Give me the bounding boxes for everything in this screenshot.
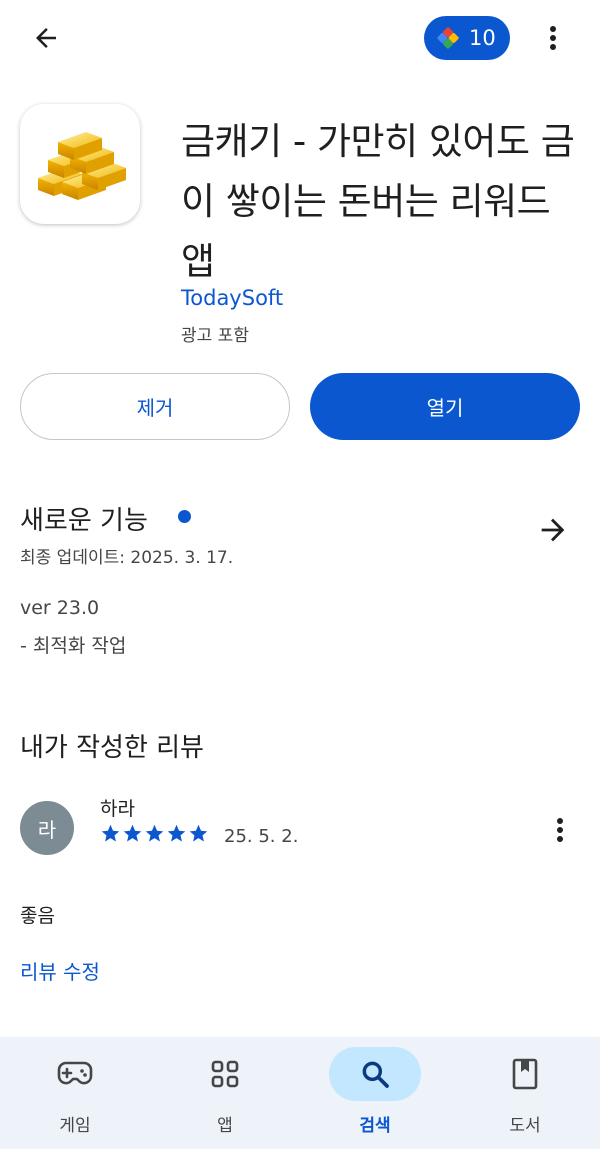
new-indicator-dot	[178, 510, 191, 523]
book-icon	[512, 1058, 538, 1090]
points-count: 10	[469, 26, 496, 50]
nav-label-search: 검색	[359, 1116, 391, 1136]
my-review-title: 내가 작성한 리뷰	[20, 733, 204, 763]
play-points-diamond-icon	[437, 27, 459, 49]
back-button[interactable]	[22, 16, 70, 60]
nav-icon-container	[329, 1047, 421, 1101]
search-icon	[362, 1061, 389, 1088]
more-options-button[interactable]	[535, 16, 571, 60]
nav-icon-container	[29, 1047, 121, 1101]
nav-label-books: 도서	[509, 1116, 541, 1136]
gold-bars-icon	[38, 132, 126, 200]
play-points-badge[interactable]: 10	[424, 16, 510, 60]
star-icon	[145, 824, 164, 842]
star-icon	[189, 824, 208, 842]
review-date: 25. 5. 2.	[224, 826, 299, 847]
bottom-navigation: 게임 앱 검색 도서	[0, 1037, 600, 1149]
apps-grid-icon	[211, 1060, 239, 1088]
release-notes: - 최적화 작업	[20, 635, 127, 657]
nav-item-books[interactable]: 도서	[450, 1037, 600, 1149]
open-button-label: 열기	[426, 396, 464, 420]
uninstall-button[interactable]: 제거	[20, 373, 290, 440]
last-updated-label: 최종 업데이트: 2025. 3. 17.	[20, 548, 234, 568]
star-rating	[100, 823, 209, 847]
arrow-back-icon	[36, 28, 56, 48]
version-text: ver 23.0	[20, 597, 100, 619]
developer-link[interactable]: TodaySoft	[181, 286, 283, 310]
avatar-letter: 라	[37, 817, 57, 842]
whats-new-section[interactable]: 새로운 기능 최종 업데이트: 2025. 3. 17.	[0, 495, 600, 575]
open-button[interactable]: 열기	[310, 373, 580, 440]
star-icon	[123, 824, 142, 842]
review-more-button[interactable]	[546, 812, 574, 848]
star-icon	[101, 824, 120, 842]
app-icon	[20, 104, 140, 224]
reviewer-name: 하라	[100, 798, 135, 820]
nav-item-games[interactable]: 게임	[0, 1037, 150, 1149]
star-icon	[167, 824, 186, 842]
review-text: 좋음	[20, 905, 55, 927]
nav-item-apps[interactable]: 앱	[150, 1037, 300, 1149]
nav-label-apps: 앱	[217, 1116, 233, 1136]
more-vert-icon	[557, 818, 563, 842]
more-vert-icon	[550, 26, 556, 50]
app-title: 금캐기 - 가만히 있어도 금이 쌓이는 돈버는 리워드 앱	[181, 120, 575, 283]
arrow-forward-icon[interactable]	[536, 513, 570, 547]
uninstall-button-label: 제거	[136, 396, 174, 420]
top-app-bar: 10	[0, 0, 600, 78]
edit-review-link[interactable]: 리뷰 수정	[20, 956, 100, 985]
avatar: 라	[20, 801, 74, 855]
nav-icon-container	[479, 1047, 571, 1101]
nav-item-search[interactable]: 검색	[300, 1037, 450, 1149]
whats-new-title: 새로운 기능	[20, 506, 148, 536]
nav-label-games: 게임	[59, 1116, 91, 1136]
gamepad-icon	[57, 1061, 93, 1085]
nav-icon-container	[179, 1047, 271, 1101]
contains-ads-label: 광고 포함	[181, 326, 249, 346]
